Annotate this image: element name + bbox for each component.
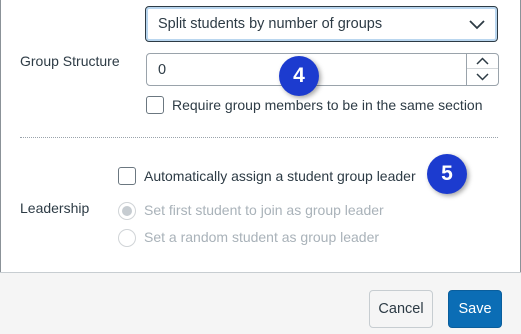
dialog-footer: Cancel Save (0, 272, 521, 334)
leadership-label: Leadership (20, 200, 90, 216)
save-button[interactable]: Save (448, 290, 502, 328)
group-count-value: 0 (158, 62, 167, 78)
chevron-down-icon (469, 20, 485, 30)
callout-badge-5: 5 (427, 154, 467, 194)
chevron-down-icon (476, 73, 489, 81)
group-split-select[interactable]: Split students by number of groups (145, 6, 498, 42)
stepper-decrement-button[interactable] (467, 69, 498, 84)
chevron-up-icon (476, 57, 489, 65)
group-structure-label: Group Structure (20, 53, 120, 69)
group-count-input[interactable]: 0 (146, 53, 499, 86)
same-section-label: Require group members to be in the same … (172, 97, 483, 113)
group-split-select-value: Split students by number of groups (158, 16, 383, 32)
cancel-button[interactable]: Cancel (369, 290, 433, 328)
auto-assign-leader-label: Automatically assign a student group lea… (144, 168, 416, 184)
callout-badge-4: 4 (279, 56, 319, 96)
radio-random-student-leader[interactable] (118, 229, 136, 247)
stepper-increment-button[interactable] (467, 54, 498, 69)
radio-random-student-leader-label: Set a random student as group leader (144, 229, 380, 245)
group-count-stepper[interactable] (466, 54, 498, 85)
auto-assign-leader-checkbox[interactable] (118, 167, 136, 185)
section-divider (20, 137, 498, 138)
same-section-checkbox[interactable] (146, 96, 164, 114)
radio-first-student-leader-label: Set first student to join as group leade… (144, 202, 384, 218)
radio-first-student-leader[interactable] (118, 202, 136, 220)
